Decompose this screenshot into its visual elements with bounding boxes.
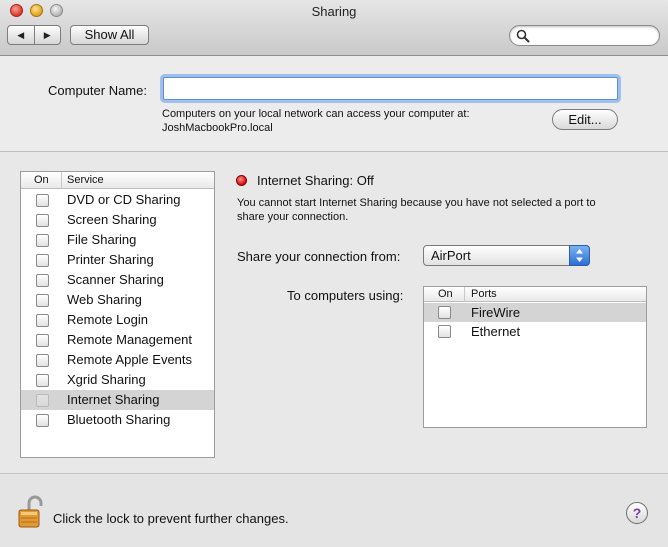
status-description-line2: share your connection. bbox=[237, 211, 349, 223]
service-checkbox[interactable] bbox=[36, 234, 49, 247]
service-row-remote-login[interactable]: Remote Login bbox=[21, 310, 214, 330]
share-from-value: AirPort bbox=[431, 248, 471, 263]
header-service[interactable]: Service bbox=[67, 174, 104, 186]
service-row-screen-sharing[interactable]: Screen Sharing bbox=[21, 210, 214, 230]
ports-header-ports[interactable]: Ports bbox=[471, 288, 497, 300]
service-checkbox[interactable] bbox=[36, 254, 49, 267]
status-text: Internet Sharing: Off bbox=[257, 173, 374, 188]
service-row-file-sharing[interactable]: File Sharing bbox=[21, 230, 214, 250]
share-from-select[interactable]: AirPort bbox=[423, 245, 590, 266]
status-description-line1: You cannot start Internet Sharing becaus… bbox=[237, 197, 596, 209]
service-label: Remote Login bbox=[67, 312, 148, 327]
service-checkbox[interactable] bbox=[36, 274, 49, 287]
service-label: Internet Sharing bbox=[67, 392, 160, 407]
back-arrow-icon: ◀ bbox=[17, 29, 25, 40]
title-bar: Sharing ◀ ▶ Show All bbox=[0, 0, 668, 56]
port-label: FireWire bbox=[471, 305, 521, 320]
service-label: Scanner Sharing bbox=[67, 272, 164, 287]
service-label: Xgrid Sharing bbox=[67, 372, 146, 387]
port-checkbox[interactable] bbox=[438, 306, 451, 319]
service-checkbox[interactable] bbox=[36, 194, 49, 207]
ports-header-on[interactable]: On bbox=[438, 288, 453, 300]
service-label: Remote Apple Events bbox=[67, 352, 193, 367]
computer-name-section: Computer Name: Computers on your local n… bbox=[0, 56, 668, 152]
search-field[interactable] bbox=[509, 25, 660, 46]
service-checkbox[interactable] bbox=[36, 354, 49, 367]
port-label: Ethernet bbox=[471, 324, 521, 339]
service-checkbox[interactable] bbox=[36, 214, 49, 227]
window-title: Sharing bbox=[311, 4, 357, 19]
header-on[interactable]: On bbox=[34, 174, 49, 186]
service-row-remote-apple-events[interactable]: Remote Apple Events bbox=[21, 350, 214, 370]
forward-arrow-icon: ▶ bbox=[43, 29, 51, 40]
ports-header-divider bbox=[464, 287, 465, 302]
service-checkbox[interactable] bbox=[36, 374, 49, 387]
computer-name-label: Computer Name: bbox=[48, 83, 147, 98]
computer-name-help: Computers on your local network can acce… bbox=[162, 107, 522, 135]
back-button[interactable]: ◀ bbox=[8, 26, 35, 44]
header-divider bbox=[61, 172, 62, 189]
port-checkbox[interactable] bbox=[438, 325, 451, 338]
service-row-bluetooth-sharing[interactable]: Bluetooth Sharing bbox=[21, 410, 214, 430]
service-row-remote-management[interactable]: Remote Management bbox=[21, 330, 214, 350]
forward-button[interactable]: ▶ bbox=[35, 26, 61, 44]
chevron-updown-icon bbox=[569, 245, 590, 266]
computer-name-input[interactable] bbox=[163, 77, 618, 100]
service-row-scanner-sharing[interactable]: Scanner Sharing bbox=[21, 270, 214, 290]
service-label: Bluetooth Sharing bbox=[67, 412, 171, 427]
sharing-window: Sharing ◀ ▶ Show All Computer Name: Comp… bbox=[0, 0, 668, 547]
service-list: On Service DVD or CD Sharing Screen Shar… bbox=[20, 171, 215, 458]
computer-name-address: JoshMacbookPro.local bbox=[162, 122, 273, 134]
service-label: DVD or CD Sharing bbox=[67, 192, 181, 207]
nav-segmented-control: ◀ ▶ bbox=[7, 25, 61, 45]
ports-list: On Ports FireWire Ethernet bbox=[423, 286, 647, 428]
service-checkbox[interactable] bbox=[36, 414, 49, 427]
edit-button[interactable]: Edit... bbox=[552, 109, 618, 130]
service-row-web-sharing[interactable]: Web Sharing bbox=[21, 290, 214, 310]
service-list-header: On Service bbox=[21, 172, 214, 189]
ports-list-header: On Ports bbox=[424, 287, 646, 302]
lock-message: Click the lock to prevent further change… bbox=[53, 511, 289, 526]
search-icon bbox=[516, 29, 530, 43]
service-label: Printer Sharing bbox=[67, 252, 154, 267]
show-all-button[interactable]: Show All bbox=[70, 25, 149, 45]
lock-icon[interactable] bbox=[17, 495, 47, 529]
share-from-label: Share your connection from: bbox=[237, 249, 401, 264]
service-checkbox[interactable] bbox=[36, 334, 49, 347]
status-indicator-icon bbox=[236, 175, 247, 186]
help-button[interactable]: ? bbox=[626, 502, 648, 524]
service-row-internet-sharing[interactable]: Internet Sharing bbox=[21, 390, 214, 410]
service-label: Screen Sharing bbox=[67, 212, 157, 227]
service-label: Web Sharing bbox=[67, 292, 142, 307]
service-label: Remote Management bbox=[67, 332, 193, 347]
service-checkbox[interactable] bbox=[36, 394, 49, 407]
service-checkbox[interactable] bbox=[36, 294, 49, 307]
status-description: You cannot start Internet Sharing becaus… bbox=[237, 196, 637, 224]
service-label: File Sharing bbox=[67, 232, 137, 247]
search-input[interactable] bbox=[532, 28, 654, 43]
to-computers-label: To computers using: bbox=[287, 288, 404, 303]
service-row-xgrid-sharing[interactable]: Xgrid Sharing bbox=[21, 370, 214, 390]
service-row-dvd-or-cd-sharing[interactable]: DVD or CD Sharing bbox=[21, 190, 214, 210]
service-row-printer-sharing[interactable]: Printer Sharing bbox=[21, 250, 214, 270]
port-row-firewire[interactable]: FireWire bbox=[424, 303, 646, 322]
port-row-ethernet[interactable]: Ethernet bbox=[424, 322, 646, 341]
computer-name-help-line1: Computers on your local network can acce… bbox=[162, 108, 470, 120]
service-checkbox[interactable] bbox=[36, 314, 49, 327]
footer-bar: Click the lock to prevent further change… bbox=[0, 473, 668, 547]
